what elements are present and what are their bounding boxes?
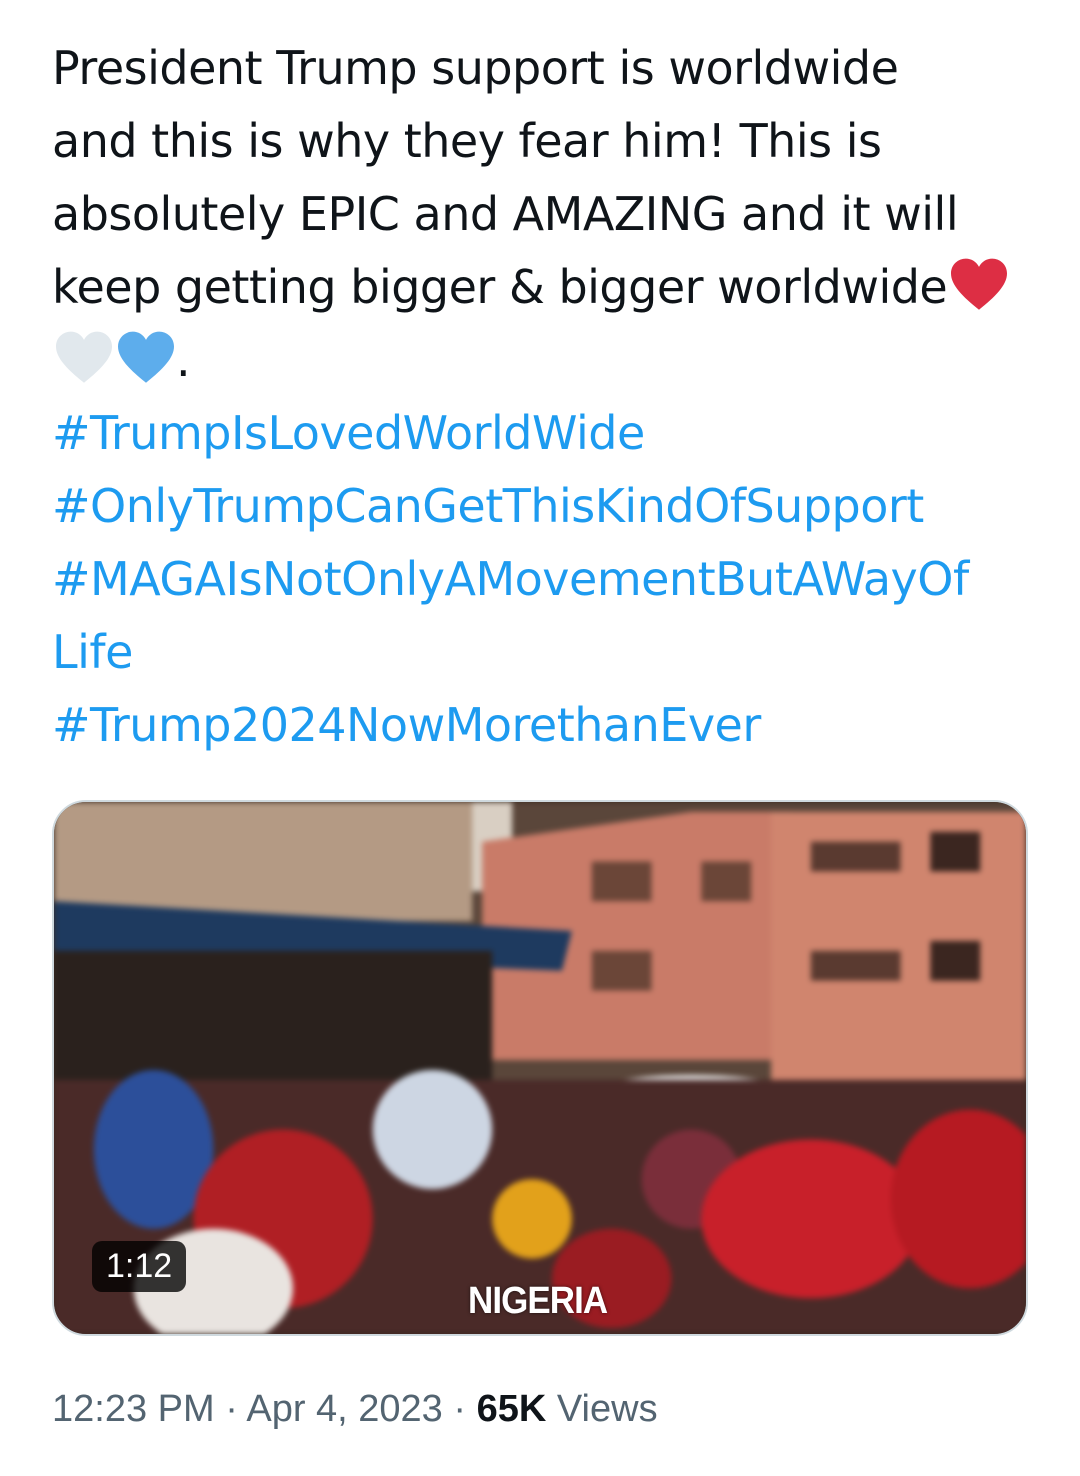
hashtag-link[interactable]: #Trump2024NowMorethanEver <box>52 689 1042 762</box>
white-heart-icon <box>54 330 114 386</box>
tweet-text-line: keep getting bigger & bigger worldwide <box>52 251 1042 324</box>
trailing-period: . <box>176 333 191 387</box>
tweet-text-line: . <box>52 324 1042 397</box>
blue-heart-icon <box>116 330 176 386</box>
tweet-metadata: 12:23 PM · Apr 4, 2023 · 65K Views <box>52 1388 658 1431</box>
meta-separator: · <box>453 1388 467 1430</box>
video-thumbnail <box>54 802 1026 1334</box>
meta-separator: · <box>225 1388 238 1430</box>
hashtag-link[interactable]: #TrumpIsLovedWorldWide <box>52 397 1042 470</box>
views-count[interactable]: 65K <box>477 1388 547 1430</box>
tweet-time[interactable]: 12:23 PM <box>52 1388 215 1430</box>
red-heart-icon <box>949 257 1009 313</box>
tweet-text-line: absolutely EPIC and AMAZING and it will <box>52 187 959 241</box>
hashtag-link-continued[interactable]: Life <box>52 616 1042 689</box>
video-duration-badge: 1:12 <box>92 1241 187 1292</box>
hashtag-link[interactable]: #OnlyTrumpCanGetThisKindOfSupport <box>52 470 1042 543</box>
views-label: Views <box>556 1388 658 1430</box>
tweet-text-line: and this is why they fear him! This is <box>52 114 882 168</box>
tweet-text: President Trump support is worldwide and… <box>52 32 1042 762</box>
tweet-text-segment: keep getting bigger & bigger worldwide <box>52 260 948 314</box>
tweet-date[interactable]: Apr 4, 2023 <box>246 1388 442 1430</box>
tweet-text-line: President Trump support is worldwide <box>52 41 899 95</box>
video-player[interactable]: 1:12 NIGERIA <box>52 800 1028 1336</box>
video-caption: NIGERIA <box>468 1280 608 1322</box>
hashtag-link[interactable]: #MAGAIsNotOnlyAMovementButAWayOf <box>52 543 1042 616</box>
